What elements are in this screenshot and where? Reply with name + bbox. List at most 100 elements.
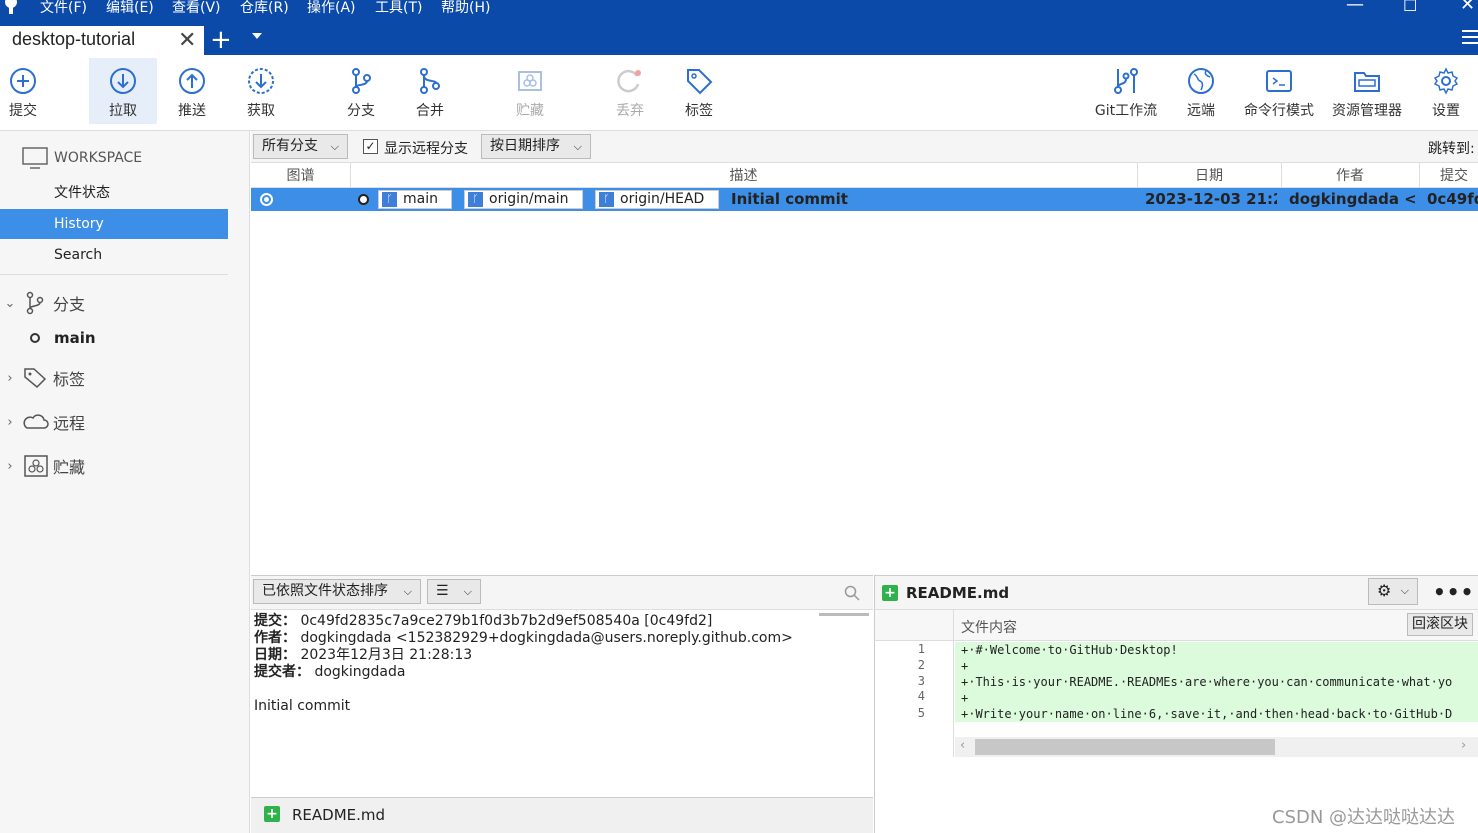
- pull-label: 拉取: [109, 103, 137, 119]
- column-description[interactable]: 描述: [350, 165, 1137, 185]
- file-name: README.md: [292, 806, 386, 824]
- merge-icon: [420, 68, 440, 94]
- detail-committer: 提交者： dogkingdada: [254, 664, 405, 681]
- ref-badge-origin-main[interactable]: ᚴ origin/main: [464, 190, 583, 209]
- sidebar-item-history[interactable]: History: [0, 209, 228, 239]
- menu-file[interactable]: 文件(F): [40, 0, 87, 17]
- search-icon[interactable]: [844, 585, 860, 601]
- gitflow-button[interactable]: Git工作流: [1088, 58, 1164, 124]
- fetch-button[interactable]: 获取: [227, 58, 295, 124]
- menu-repository[interactable]: 仓库(R): [240, 0, 289, 17]
- chevron-right-icon: ›: [7, 458, 13, 474]
- branch-name: main: [54, 329, 96, 347]
- app-logo-icon: [5, 0, 17, 14]
- more-options-icon[interactable]: •••: [1433, 580, 1474, 604]
- branch-button[interactable]: 分支: [327, 58, 395, 124]
- branches-label: 分支: [53, 295, 86, 314]
- settings-button[interactable]: 设置: [1412, 58, 1478, 124]
- line-number: 4: [917, 689, 925, 703]
- maximize-icon[interactable]: ☐: [1403, 0, 1417, 15]
- commit-date: 2023-12-03 21:28: [1145, 190, 1277, 208]
- stash-button[interactable]: 贮藏: [496, 58, 564, 124]
- column-author[interactable]: 作者: [1281, 165, 1419, 185]
- ref-badge-main[interactable]: ᚴ main: [378, 190, 452, 209]
- commit-button[interactable]: 提交: [0, 58, 57, 124]
- horizontal-scrollbar[interactable]: ‹ ›: [955, 737, 1478, 757]
- menu-view[interactable]: 查看(V): [172, 0, 221, 17]
- sidebar-section-remotes[interactable]: › 远程: [0, 408, 85, 436]
- current-branch-icon: [30, 333, 40, 343]
- branch-filter-value: 所有分支: [262, 138, 318, 154]
- minimize-icon[interactable]: —: [1346, 0, 1364, 15]
- detail-author-label: 作者：: [254, 630, 296, 646]
- cloud-icon: [23, 414, 49, 429]
- diff-header: + README.md ⚙ ⌵ •••: [874, 575, 1478, 610]
- scrollbar[interactable]: [819, 613, 869, 616]
- file-added-icon: +: [882, 585, 898, 601]
- branch-filter-dropdown[interactable]: 所有分支 ⌵: [253, 134, 348, 159]
- scroll-left-icon[interactable]: ‹: [960, 738, 965, 753]
- push-button[interactable]: 推送: [158, 58, 226, 124]
- changed-files-list: + README.md: [251, 797, 873, 833]
- rollback-hunk-button[interactable]: 回滚区块: [1407, 613, 1473, 636]
- column-graph[interactable]: 图谱: [251, 165, 350, 185]
- menu-tools[interactable]: 工具(T): [375, 0, 422, 17]
- sidebar-section-branches[interactable]: ⌄ 分支: [0, 289, 85, 317]
- file-row[interactable]: + README.md: [251, 798, 871, 832]
- menu-actions[interactable]: 操作(A): [307, 0, 356, 17]
- branch-label: 分支: [347, 103, 375, 119]
- discard-button[interactable]: 丢弃: [596, 58, 664, 124]
- menu-help[interactable]: 帮助(H): [441, 0, 490, 17]
- sidebar-section-tags[interactable]: › 标签: [0, 364, 85, 392]
- chevron-right-icon: ›: [7, 370, 13, 386]
- tag-button[interactable]: 标签: [665, 58, 733, 124]
- sidebar-item-search[interactable]: Search: [0, 240, 228, 270]
- sort-value: 按日期排序: [490, 138, 560, 154]
- gitflow-icon: [1114, 68, 1138, 94]
- sidebar-section-stashes[interactable]: › 贮藏: [0, 452, 85, 480]
- tag-icon: [24, 368, 47, 389]
- menu-edit[interactable]: 编辑(E): [106, 0, 154, 17]
- remote-label: 远端: [1187, 103, 1215, 119]
- branch-icon: [26, 291, 44, 315]
- file-sort-dropdown[interactable]: 已依照文件状态排序 ⌵: [253, 579, 421, 604]
- merge-label: 合并: [416, 103, 444, 119]
- diff-view: 1 2 3 4 5 +·#·Welcome·to·GitHub·Desktop!…: [874, 641, 1478, 757]
- scroll-right-icon[interactable]: ›: [1461, 738, 1466, 753]
- merge-button[interactable]: 合并: [396, 58, 464, 124]
- line-number: 3: [917, 674, 925, 688]
- ref-badge-origin-head[interactable]: ᚴ origin/HEAD: [595, 190, 719, 209]
- graph-node-icon: [358, 194, 369, 205]
- branch-item-main[interactable]: main: [30, 329, 96, 347]
- close-window-icon[interactable]: ✕: [1460, 0, 1475, 15]
- push-label: 推送: [178, 103, 206, 119]
- remote-button[interactable]: 远端: [1167, 58, 1235, 124]
- fetch-label: 获取: [247, 103, 275, 119]
- toolbar: 提交 拉取 推送 获取 分支 合并 贮藏 丢弃 标签 Git工作流 远端 命令行…: [0, 55, 1478, 131]
- discard-label: 丢弃: [616, 103, 644, 119]
- repo-tab[interactable]: desktop-tutorial ✕: [0, 26, 204, 55]
- detail-commit-value: 0c49fd2835c7a9ce279b1f0d3b7b2d9ef508540a…: [300, 613, 713, 629]
- detail-committer-value: dogkingdada: [314, 664, 406, 680]
- column-date[interactable]: 日期: [1137, 165, 1281, 185]
- explorer-button[interactable]: 资源管理器: [1324, 58, 1410, 124]
- column-commit[interactable]: 提交: [1419, 165, 1478, 185]
- close-tab-icon[interactable]: ✕: [178, 28, 196, 53]
- add-tab-icon[interactable]: +: [210, 26, 232, 54]
- show-remote-checkbox[interactable]: ✓: [363, 139, 378, 154]
- tab-dropdown-icon[interactable]: [252, 33, 262, 39]
- stash-icon: [518, 71, 542, 91]
- pull-button[interactable]: 拉取: [89, 58, 157, 124]
- gear-icon: ⚙: [1377, 581, 1392, 600]
- file-added-icon: +: [264, 806, 280, 822]
- scrollbar-thumb[interactable]: [975, 739, 1275, 755]
- sidebar-item-file-status[interactable]: 文件状态: [0, 178, 228, 208]
- hamburger-menu-icon[interactable]: [1462, 30, 1478, 46]
- view-mode-dropdown[interactable]: ☰ ⌵: [427, 579, 481, 604]
- terminal-button[interactable]: 命令行模式: [1237, 58, 1321, 124]
- commit-row[interactable]: ᚴ main ᚴ origin/main ᚴ origin/HEAD Initi…: [251, 188, 1478, 211]
- diff-settings-dropdown[interactable]: ⚙ ⌵: [1368, 578, 1418, 605]
- stashes-label: 贮藏: [53, 458, 86, 477]
- sort-dropdown[interactable]: 按日期排序 ⌵: [481, 134, 591, 159]
- show-remote-label: 显示远程分支: [384, 141, 468, 157]
